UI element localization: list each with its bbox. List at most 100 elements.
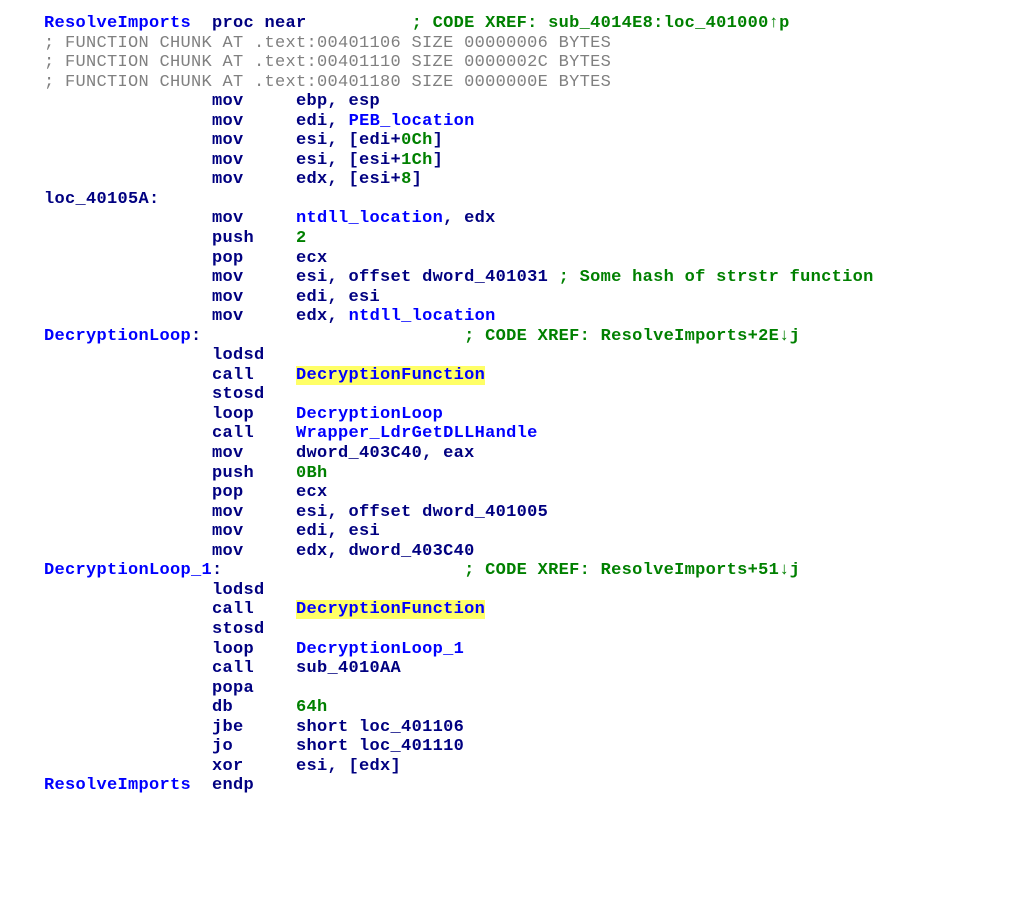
asm-line: mov edi, PEB_location [44,112,1024,132]
asm-token: mov edi, [212,112,349,131]
symbol-text: DecryptionLoop_1 [296,640,464,659]
asm-token: endp [191,776,254,795]
asm-token: call [212,424,296,443]
asm-line: mov edx, dword_403C40 [44,542,1024,562]
asm-token: mov edx, [212,307,349,326]
asm-line: call Wrapper_LdrGetDLLHandle [44,424,1024,444]
symbol-text: DecryptionLoop [44,327,191,346]
asm-line: lodsd [44,581,1024,601]
symbol-text: ntdll_location [349,307,496,326]
asm-token: lodsd [212,581,265,600]
comment-text: ; CODE XREF: ResolveImports+51↓j [464,561,800,580]
asm-token: jbe short loc_401106 [212,718,464,737]
asm-token: call sub_4010AA [212,659,401,678]
number-literal: 0Ch [401,131,433,150]
asm-token: pop ecx [212,483,328,502]
asm-line: stosd [44,620,1024,640]
number-literal: 0Bh [296,464,328,483]
asm-token: : [212,561,464,580]
symbol-text: DecryptionLoop_1 [44,561,212,580]
asm-token: mov dword_403C40, eax [212,444,475,463]
number-literal: 64h [296,698,328,717]
asm-token: mov ebp, esp [212,92,380,111]
disassembly-listing: ResolveImports proc near ; CODE XREF: su… [0,0,1024,796]
asm-token: stosd [212,620,265,639]
asm-line: ; FUNCTION CHUNK AT .text:00401110 SIZE … [44,53,1024,73]
asm-line: ResolveImports proc near ; CODE XREF: su… [44,14,1024,34]
asm-line: mov esi, offset dword_401031 ; Some hash… [44,268,1024,288]
asm-token: , edx [443,209,496,228]
asm-line: mov ntdll_location, edx [44,209,1024,229]
asm-line: mov edx, ntdll_location [44,307,1024,327]
asm-line: db 64h [44,698,1024,718]
asm-line: ResolveImports endp [44,776,1024,796]
asm-token: stosd [212,385,265,404]
comment-text: ; CODE XREF: ResolveImports+2E↓j [464,327,800,346]
asm-token: db [212,698,296,717]
asm-line: mov edi, esi [44,288,1024,308]
asm-token: mov edx, dword_403C40 [212,542,475,561]
asm-token: mov edi, esi [212,522,380,541]
symbol-text: DecryptionFunction [296,366,485,385]
asm-token: jo short loc_401110 [212,737,464,756]
asm-line: ; FUNCTION CHUNK AT .text:00401106 SIZE … [44,34,1024,54]
symbol-text: ResolveImports [44,14,191,33]
asm-line: mov edx, [esi+8] [44,170,1024,190]
symbol-text: ntdll_location [296,209,443,228]
asm-line: mov edi, esi [44,522,1024,542]
asm-line: mov esi, [edi+0Ch] [44,131,1024,151]
symbol-text: PEB_location [349,112,475,131]
comment-text: ; Some hash of strstr function [559,268,874,287]
asm-token: xor esi, [edx] [212,757,401,776]
asm-line: lodsd [44,346,1024,366]
number-literal: 8 [401,170,412,189]
asm-token: push [212,464,296,483]
asm-line: mov esi, [esi+1Ch] [44,151,1024,171]
asm-token: loc_40105A: [44,190,160,209]
asm-line: mov ebp, esp [44,92,1024,112]
asm-token: lodsd [212,346,265,365]
symbol-text: Wrapper_LdrGetDLLHandle [296,424,538,443]
asm-token: mov edx, [esi+ [212,170,401,189]
asm-line: loc_40105A: [44,190,1024,210]
chunk-header: ; FUNCTION CHUNK AT .text:00401110 SIZE … [44,53,611,72]
asm-line: loop DecryptionLoop [44,405,1024,425]
asm-line: DecryptionLoop_1: ; CODE XREF: ResolveIm… [44,561,1024,581]
asm-token: mov esi, offset dword_401031 [212,268,559,287]
asm-line: loop DecryptionLoop_1 [44,640,1024,660]
asm-token: : [191,327,464,346]
comment-text: ; CODE XREF: sub_4014E8:loc_401000↑p [412,14,790,33]
asm-token: mov esi, [edi+ [212,131,401,150]
asm-line: ; FUNCTION CHUNK AT .text:00401180 SIZE … [44,73,1024,93]
asm-line: call DecryptionFunction [44,366,1024,386]
asm-token: mov [212,209,296,228]
asm-line: push 2 [44,229,1024,249]
asm-token: mov esi, [esi+ [212,151,401,170]
asm-line: pop ecx [44,483,1024,503]
asm-line: xor esi, [edx] [44,757,1024,777]
asm-line: mov dword_403C40, eax [44,444,1024,464]
chunk-header: ; FUNCTION CHUNK AT .text:00401180 SIZE … [44,73,611,92]
asm-line: call DecryptionFunction [44,600,1024,620]
asm-token: call [212,600,296,619]
asm-token: call [212,366,296,385]
asm-line: push 0Bh [44,464,1024,484]
asm-line: stosd [44,385,1024,405]
asm-token: ] [412,170,423,189]
asm-token: ] [433,151,444,170]
asm-token: loop [212,405,296,424]
asm-line: jbe short loc_401106 [44,718,1024,738]
asm-line: jo short loc_401110 [44,737,1024,757]
asm-token: mov esi, offset dword_401005 [212,503,548,522]
asm-token: push [212,229,296,248]
asm-line: pop ecx [44,249,1024,269]
symbol-text: DecryptionFunction [296,600,485,619]
number-literal: 2 [296,229,307,248]
asm-line: call sub_4010AA [44,659,1024,679]
chunk-header: ; FUNCTION CHUNK AT .text:00401106 SIZE … [44,34,611,53]
number-literal: 1Ch [401,151,433,170]
symbol-text: DecryptionLoop [296,405,443,424]
asm-token: popa [212,679,254,698]
asm-line: DecryptionLoop: ; CODE XREF: ResolveImpo… [44,327,1024,347]
asm-token: proc near [191,14,412,33]
